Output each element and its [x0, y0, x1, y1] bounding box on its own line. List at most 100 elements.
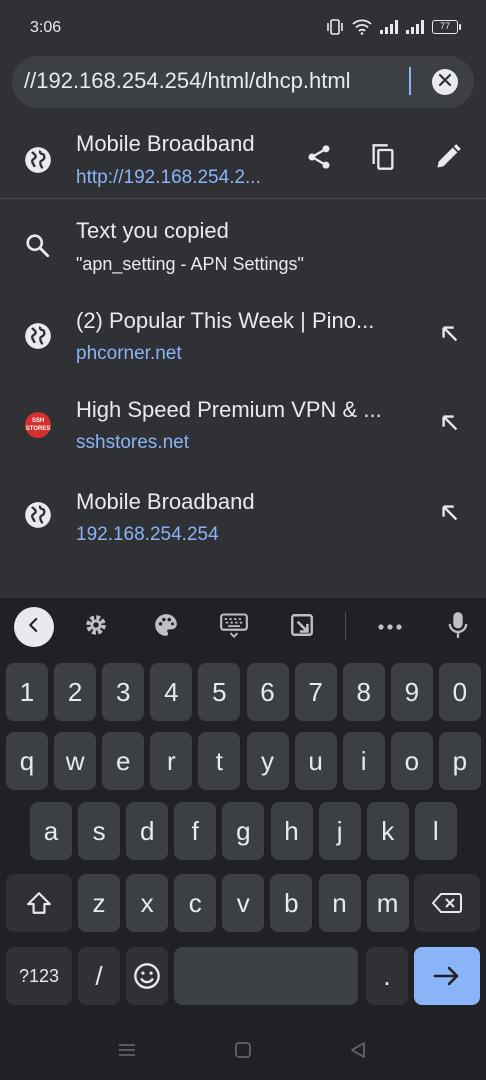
more-options-button[interactable]	[373, 610, 407, 644]
suggestion-title: High Speed Premium VPN & ...	[76, 397, 382, 422]
key-q[interactable]: q	[6, 732, 48, 790]
recents-button[interactable]	[115, 1040, 139, 1064]
suggestion-url: phcorner.net	[76, 343, 182, 364]
key-w[interactable]: w	[54, 732, 97, 790]
fill-suggestion-button[interactable]	[436, 411, 464, 439]
keyboard-icon	[220, 612, 248, 643]
key-9[interactable]: 9	[390, 663, 433, 721]
address-bar[interactable]: //192.168.254.254/html/dhcp.html	[12, 56, 474, 108]
globe-icon	[24, 146, 52, 174]
settings-icon	[83, 612, 109, 643]
back-button[interactable]	[346, 1040, 370, 1064]
key-g[interactable]: g	[222, 802, 265, 860]
key-c[interactable]: c	[174, 874, 217, 932]
text-cursor	[409, 67, 411, 95]
key-s[interactable]: s	[78, 802, 121, 860]
key-8[interactable]: 8	[342, 663, 385, 721]
key-p[interactable]: p	[438, 732, 481, 790]
key-e[interactable]: e	[102, 732, 145, 790]
key-n[interactable]: n	[318, 874, 361, 932]
space-key[interactable]	[174, 947, 358, 1005]
microphone-icon	[447, 611, 469, 644]
key-m[interactable]: m	[366, 874, 409, 932]
key-t[interactable]: t	[198, 732, 241, 790]
key-a[interactable]: a	[30, 802, 72, 860]
key-x[interactable]: x	[126, 874, 169, 932]
suggestion-item-copied-text[interactable]: Text you copied "apn_setting - APN Setti…	[0, 204, 486, 292]
current-page-suggestion[interactable]: Mobile Broadband http://192.168.254.2...	[0, 116, 486, 204]
key-4[interactable]: 4	[150, 663, 193, 721]
clear-button[interactable]	[432, 69, 458, 95]
home-button[interactable]	[231, 1040, 255, 1064]
key-5[interactable]: 5	[198, 663, 241, 721]
status-icons: 77	[326, 19, 461, 35]
key-i[interactable]: i	[342, 732, 385, 790]
keyboard: 1 2 3 4 5 6 7 8 9 0 q w e r t y u i o p a s d f g h j k l z x c v b n m ?123…	[0, 598, 486, 1080]
symbols-key[interactable]: ?123	[6, 947, 72, 1005]
suggestion-item-mobile-broadband[interactable]: Mobile Broadband 192.168.254.254	[0, 473, 486, 561]
key-r[interactable]: r	[150, 732, 193, 790]
key-b[interactable]: b	[270, 874, 313, 932]
signal-icon	[406, 20, 424, 34]
arrow-up-left-icon	[439, 412, 461, 439]
wifi-icon	[352, 19, 372, 35]
shift-key[interactable]	[6, 874, 72, 932]
favicon-text: SSH STORES	[25, 412, 51, 438]
sshstores-favicon: SSH STORES	[24, 411, 52, 439]
key-z[interactable]: z	[78, 874, 120, 932]
toolbar-separator	[345, 612, 346, 640]
enter-key[interactable]	[414, 947, 480, 1005]
key-3[interactable]: 3	[102, 663, 145, 721]
key-o[interactable]: o	[390, 732, 433, 790]
key-h[interactable]: h	[270, 802, 313, 860]
arrow-up-left-icon	[439, 502, 461, 529]
url-input[interactable]: //192.168.254.254/html/dhcp.html	[24, 68, 422, 94]
key-6[interactable]: 6	[246, 663, 289, 721]
key-y[interactable]: y	[246, 732, 289, 790]
menu-icon	[118, 1043, 136, 1062]
current-page-title: Mobile Broadband	[76, 131, 255, 156]
key-d[interactable]: d	[126, 802, 169, 860]
emoji-icon	[134, 963, 160, 989]
suggestion-title: Mobile Broadband	[76, 489, 255, 514]
keyboard-back-button[interactable]	[14, 607, 54, 647]
share-button[interactable]	[302, 142, 336, 176]
key-2[interactable]: 2	[54, 663, 97, 721]
key-0[interactable]: 0	[438, 663, 481, 721]
back-icon	[25, 616, 43, 639]
close-icon	[438, 73, 452, 91]
edit-button[interactable]	[431, 142, 465, 176]
emoji-key[interactable]	[126, 947, 168, 1005]
signal-icon	[380, 20, 398, 34]
status-time: 3:06	[30, 19, 62, 36]
keyboard-theme-button[interactable]	[149, 610, 183, 644]
key-1[interactable]: 1	[6, 663, 48, 721]
clipboard-button[interactable]	[285, 610, 319, 644]
key-k[interactable]: k	[366, 802, 409, 860]
key-j[interactable]: j	[318, 802, 361, 860]
suggestion-item-sshstores[interactable]: SSH STORES High Speed Premium VPN & ... …	[0, 383, 486, 471]
key-period[interactable]: .	[366, 947, 408, 1005]
key-l[interactable]: l	[414, 802, 457, 860]
key-u[interactable]: u	[294, 732, 337, 790]
keyboard-settings-button[interactable]	[79, 610, 113, 644]
suggestion-divider	[0, 198, 486, 199]
shift-icon	[27, 892, 51, 914]
copy-icon	[369, 143, 397, 176]
keyboard-mode-button[interactable]	[217, 610, 251, 644]
key-v[interactable]: v	[222, 874, 265, 932]
status-bar: 3:06 77	[0, 0, 486, 56]
backspace-key[interactable]	[414, 874, 480, 932]
suggestion-url: 192.168.254.254	[76, 524, 219, 545]
suggestion-title: (2) Popular This Week | Pino...	[76, 308, 375, 333]
fill-suggestion-button[interactable]	[436, 501, 464, 529]
voice-input-button[interactable]	[441, 610, 475, 644]
home-icon	[234, 1041, 252, 1064]
suggestion-url: sshstores.net	[76, 432, 189, 453]
suggestion-item-phcorner[interactable]: (2) Popular This Week | Pino... phcorner…	[0, 294, 486, 382]
key-f[interactable]: f	[174, 802, 217, 860]
key-slash[interactable]: /	[78, 947, 120, 1005]
fill-suggestion-button[interactable]	[436, 322, 464, 350]
key-7[interactable]: 7	[294, 663, 337, 721]
copy-button[interactable]	[366, 142, 400, 176]
